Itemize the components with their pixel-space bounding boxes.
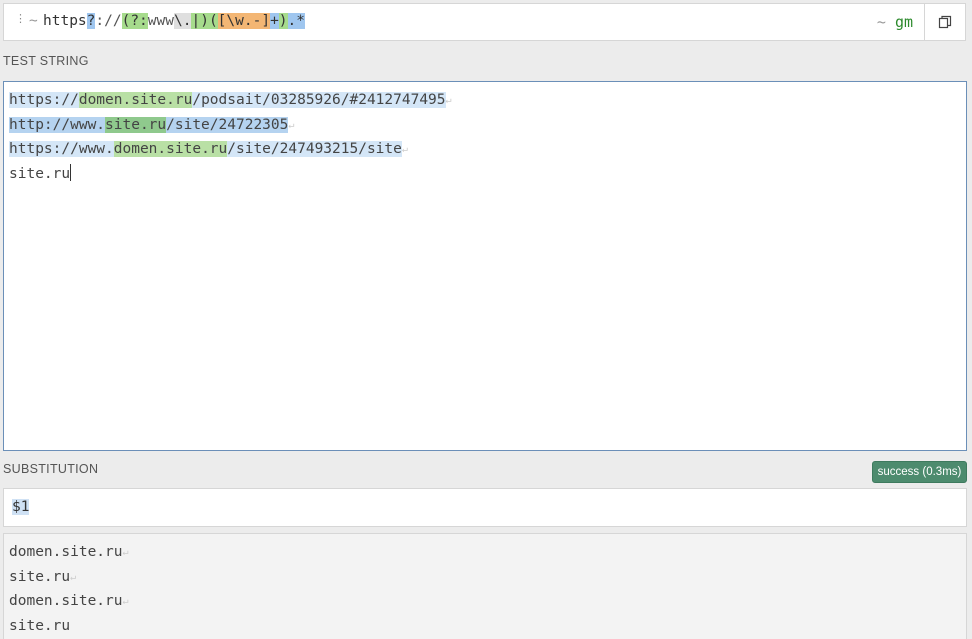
regex-token: .* xyxy=(287,13,305,29)
match-highlight: https:// xyxy=(9,92,79,108)
regex-delimiter-close: ~ xyxy=(876,13,886,31)
newline-icon: ↵ xyxy=(70,571,77,583)
result-line: site.ru xyxy=(9,614,961,639)
flags-text: gm xyxy=(894,13,913,31)
substitution-input[interactable]: $1 xyxy=(3,488,967,527)
vertical-dots-icon[interactable]: ⋮ xyxy=(15,14,26,25)
substitution-value: $1 xyxy=(12,499,30,515)
regex-token: + xyxy=(270,13,279,29)
match-highlight: http://www. xyxy=(9,116,106,133)
newline-icon: ↵ xyxy=(122,596,129,607)
match-group-highlight: site.ru xyxy=(105,116,167,133)
test-string-label: TEST STRING xyxy=(3,54,89,68)
test-string-line: site.ru xyxy=(9,162,961,187)
regex-input-bar[interactable]: ⋮ ~ https?://(?:www\.|)([\w.-]+).* ~ gm xyxy=(3,3,966,41)
regex-token: ( xyxy=(208,13,218,29)
result-text: domen.site.ru xyxy=(9,544,123,560)
match-highlight: /site/247493215/site xyxy=(227,141,402,157)
newline-icon: ↵ xyxy=(445,95,452,106)
regex-token: https xyxy=(43,13,87,29)
substitution-label: SUBSTITUTION xyxy=(3,462,99,476)
regex-flags[interactable]: ~ gm xyxy=(877,13,913,31)
regex-token: |) xyxy=(191,13,209,29)
test-string-line: https://www.domen.site.ru/site/247493215… xyxy=(9,137,961,162)
regex-pattern[interactable]: https?://(?:www\.|)([\w.-]+).* xyxy=(43,13,305,29)
unmatched-text: site.ru xyxy=(9,165,71,182)
regex-token: (?: xyxy=(121,13,148,29)
test-string-editor[interactable]: https://domen.site.ru/podsait/03285926/#… xyxy=(3,81,967,451)
substitution-result: domen.site.ru↵ site.ru↵ domen.site.ru↵ site… xyxy=(3,533,967,639)
status-badge: success (0.3ms) xyxy=(872,461,967,483)
text-cursor xyxy=(70,163,72,181)
match-group-highlight: domen.site.ru xyxy=(78,92,193,108)
test-string-line: https://domen.site.ru/podsait/03285926/#… xyxy=(9,88,961,113)
result-line: domen.site.ru↵ xyxy=(9,589,961,614)
match-highlight: /podsait/03285926/#2412747495 xyxy=(192,92,446,108)
regex-token: \. xyxy=(174,13,192,29)
result-text: site.ru xyxy=(9,617,71,634)
regex-token: www xyxy=(147,13,174,29)
match-highlight: https://www. xyxy=(9,141,114,157)
test-string-line: http://www.site.ru/site/24722305↵ xyxy=(9,113,961,138)
result-line: site.ru↵ xyxy=(9,565,961,590)
match-highlight: /site/24722305 xyxy=(166,116,289,133)
regex-token: :// xyxy=(95,13,122,29)
newline-icon: ↵ xyxy=(401,144,408,155)
result-text: site.ru xyxy=(9,568,71,585)
newline-icon: ↵ xyxy=(288,119,295,131)
copy-icon xyxy=(938,15,952,29)
copy-regex-button[interactable] xyxy=(924,4,965,40)
result-text: domen.site.ru xyxy=(9,593,123,609)
match-group-highlight: domen.site.ru xyxy=(113,141,228,157)
regex-token: [\w.-] xyxy=(217,13,271,29)
regex-token: ) xyxy=(278,13,288,29)
newline-icon: ↵ xyxy=(122,547,129,558)
regex-delimiter-open: ~ xyxy=(29,13,38,29)
result-line: domen.site.ru↵ xyxy=(9,540,961,565)
